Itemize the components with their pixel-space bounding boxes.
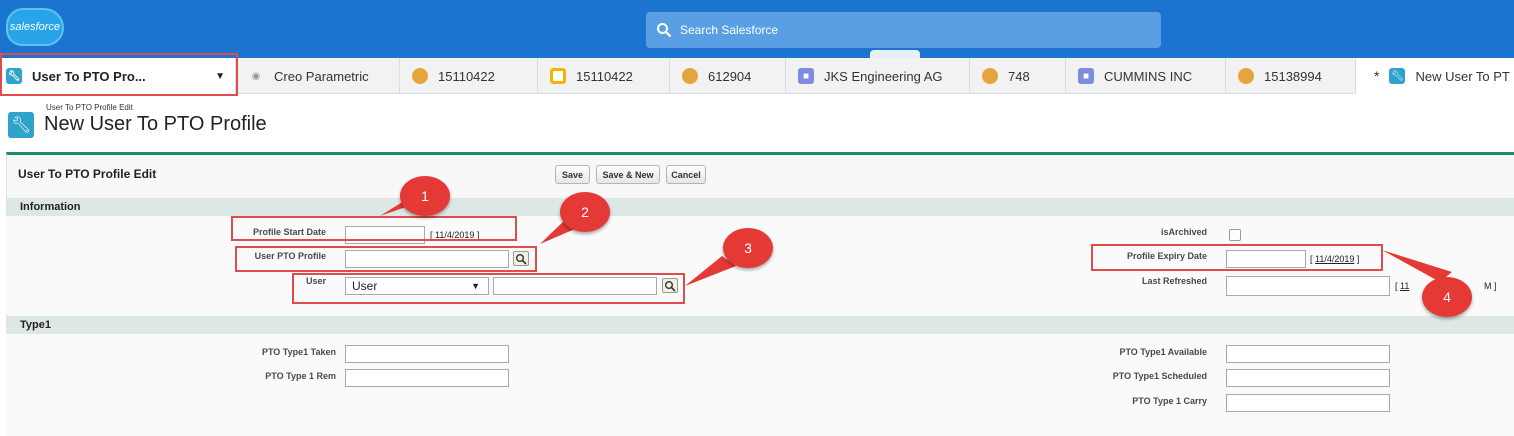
case-icon xyxy=(982,68,998,84)
callout-highlight-start-date xyxy=(231,216,517,241)
tab-label: Creo Parametric xyxy=(274,68,369,84)
callout-badge-3: 3 xyxy=(723,228,773,268)
pto-type1-taken-input[interactable] xyxy=(345,345,509,363)
wrench-icon: 🔧︎ xyxy=(8,112,34,138)
salesforce-logo[interactable]: salesforce xyxy=(6,8,64,46)
callout-highlight-tab xyxy=(0,53,238,96)
tab-label: 15110422 xyxy=(438,68,495,84)
tab-label: JKS Engineering AG xyxy=(824,68,943,84)
last-refreshed-now-link[interactable]: [ 11 xyxy=(1395,281,1409,291)
save-button[interactable]: Save xyxy=(555,165,590,184)
breadcrumb: User To PTO Profile Edit xyxy=(46,103,133,112)
tab-label: CUMMINS INC xyxy=(1104,68,1193,84)
tab-creo-parametric[interactable]: ◉ Creo Parametric xyxy=(236,58,400,94)
callout-highlight-pto-profile xyxy=(235,246,537,272)
last-refreshed-label: Last Refreshed xyxy=(1141,276,1207,286)
page-title: New User To PTO Profile xyxy=(44,113,267,135)
tab-account-jks-engineering[interactable]: ■ JKS Engineering AG xyxy=(786,58,970,94)
panel-title: User To PTO Profile Edit xyxy=(18,167,157,181)
callout-badge-4: 4 xyxy=(1422,277,1472,317)
product-icon: ◉ xyxy=(251,70,261,82)
tab-label: New User To PT xyxy=(1415,68,1510,84)
case-icon xyxy=(1238,68,1254,84)
account-icon: ■ xyxy=(798,68,814,84)
callout-badge-2: 2 xyxy=(560,192,610,232)
callout-badge-1: 1 xyxy=(400,176,450,216)
tab-label: 748 xyxy=(1008,68,1030,84)
tab-case-612904[interactable]: 612904 xyxy=(670,58,786,94)
pto-type1-rem-label: PTO Type 1 Rem xyxy=(265,371,336,381)
last-refreshed-now-link-tail[interactable]: M ] xyxy=(1484,281,1497,291)
global-search-box[interactable]: Search Salesforce xyxy=(646,12,1161,48)
cancel-button[interactable]: Cancel xyxy=(666,165,706,184)
pto-type1-taken-label: PTO Type1 Taken xyxy=(261,347,336,357)
tab-label: 15138994 xyxy=(1264,68,1322,84)
pto-type1-rem-input[interactable] xyxy=(345,369,509,387)
callout-highlight-user xyxy=(292,273,685,304)
is-archived-checkbox[interactable] xyxy=(1229,229,1241,241)
global-header: salesforce Search Salesforce xyxy=(0,0,1514,58)
tab-case-15138994[interactable]: 15138994 xyxy=(1226,58,1356,94)
is-archived-label: isArchived xyxy=(1160,227,1207,237)
tab-label: 15110422 xyxy=(576,68,633,84)
pto-type1-scheduled-label: PTO Type1 Scheduled xyxy=(1112,371,1207,381)
task-icon xyxy=(550,68,566,84)
section-header-information: Information xyxy=(6,198,1514,216)
wrench-icon: 🔧︎ xyxy=(1389,68,1406,84)
section-header-type1: Type1 xyxy=(6,316,1514,334)
search-icon xyxy=(657,23,672,38)
tab-label: 612904 xyxy=(708,68,752,84)
pto-type1-available-input[interactable] xyxy=(1226,345,1390,363)
tab-case-15110422[interactable]: 15110422 xyxy=(400,58,538,94)
unsaved-marker: * xyxy=(1374,68,1380,84)
pto-type1-available-label: PTO Type1 Available xyxy=(1119,347,1207,357)
save-and-new-button[interactable]: Save & New xyxy=(596,165,660,184)
tab-account-cummins[interactable]: ■ CUMMINS INC xyxy=(1066,58,1226,94)
tab-case-748[interactable]: 748 xyxy=(970,58,1066,94)
tab-new-user-to-pto-profile[interactable]: * 🔧︎ New User To PT xyxy=(1356,58,1514,94)
account-icon: ■ xyxy=(1078,68,1094,84)
pto-type1-scheduled-input[interactable] xyxy=(1226,369,1390,387)
case-icon xyxy=(682,68,698,84)
callout-highlight-expiry-date xyxy=(1091,244,1383,271)
pto-type1-carry-input[interactable] xyxy=(1226,394,1390,412)
pto-type1-carry-label: PTO Type 1 Carry xyxy=(1132,396,1207,406)
collapse-handle[interactable] xyxy=(870,50,920,58)
last-refreshed-input[interactable] xyxy=(1226,276,1390,296)
search-placeholder: Search Salesforce xyxy=(680,23,779,37)
case-icon xyxy=(412,68,428,84)
tab-task-15110422[interactable]: 15110422 xyxy=(538,58,670,94)
